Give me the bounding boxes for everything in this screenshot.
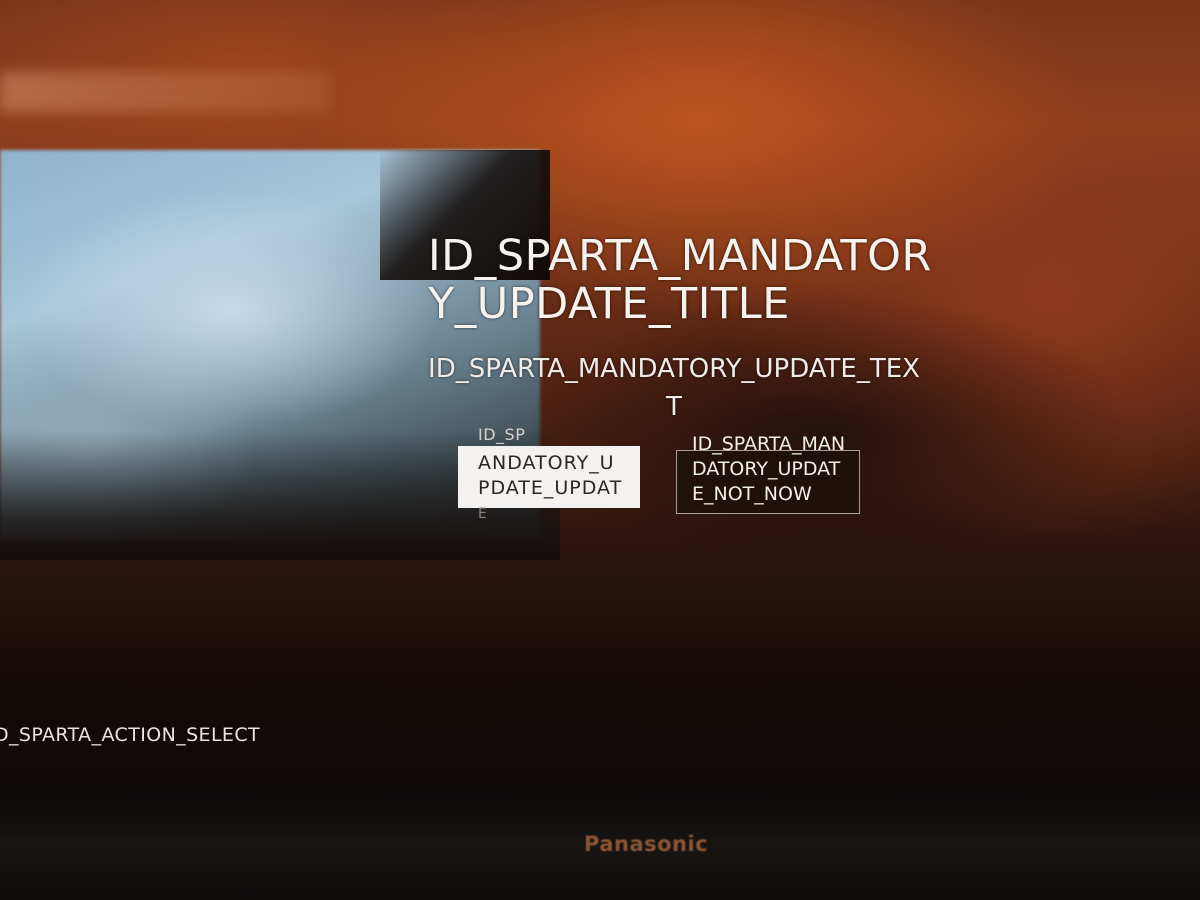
not-now-button-label: ID_SPARTA_MANDATORY_UPDATE_NOT_NOW — [692, 433, 846, 505]
brand-logo: Panasonic — [584, 832, 709, 856]
dialog-text: ID_SPARTA_MANDATORY_UPDATE_TEXT — [428, 354, 920, 422]
tv-screen: ID_SPARTA_MANDATORY_UPDATE_TITLE ID_SPAR… — [0, 0, 1200, 900]
update-button-overflow-bottom: E — [478, 506, 487, 522]
update-button[interactable]: ANDATORY_UPDATE_UPDAT — [458, 446, 640, 508]
update-button-overflow-top: ID_SP — [478, 425, 526, 444]
select-action-hint: D_SPARTA_ACTION_SELECT — [0, 724, 261, 746]
update-button-label: ANDATORY_UPDATE_UPDAT — [478, 452, 623, 499]
blurred-header-text — [0, 72, 330, 112]
background-shade — [530, 280, 1200, 610]
dialog-title: ID_SPARTA_MANDATORY_UPDATE_TITLE — [428, 231, 932, 329]
